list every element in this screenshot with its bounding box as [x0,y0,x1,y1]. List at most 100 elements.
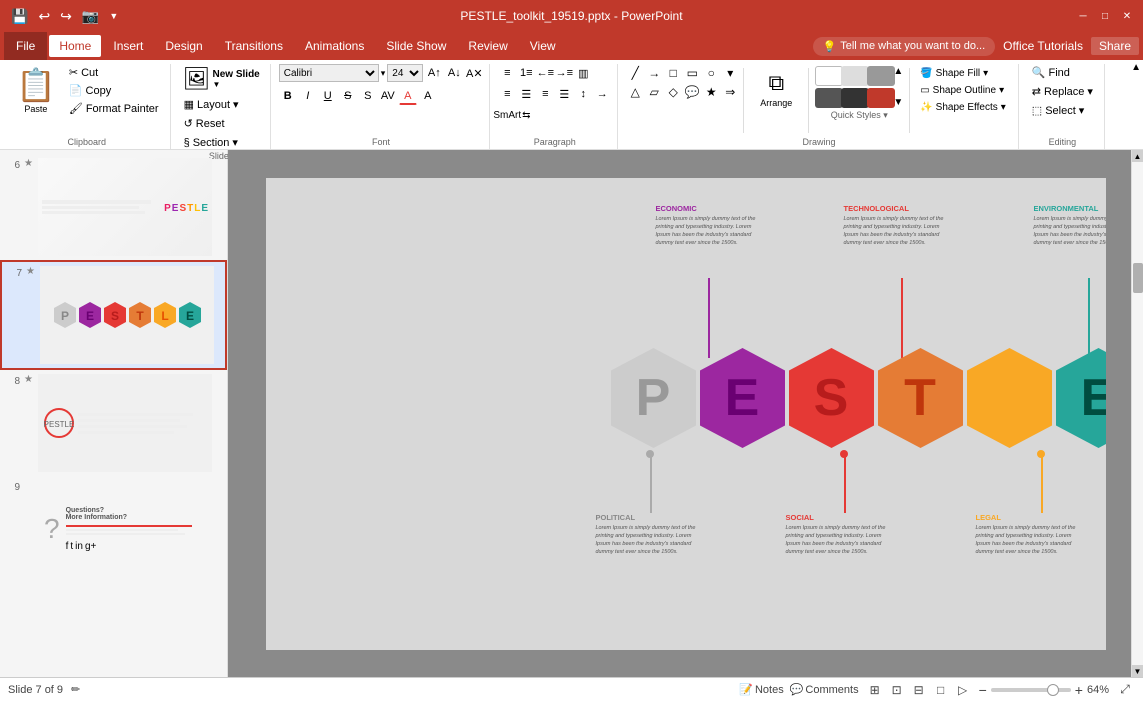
bullets-button[interactable]: ≡ [498,64,516,82]
decrease-indent-button[interactable]: ←≡ [536,64,554,82]
shape-more[interactable]: ▾ [721,64,739,82]
comments-button[interactable]: 💬 Comments [790,683,859,696]
quick-style-2[interactable] [841,66,869,86]
layout-button[interactable]: ▦ Layout ▾ [179,96,244,113]
zoom-in-button[interactable]: + [1075,682,1083,698]
char-spacing-button[interactable]: AV [379,87,397,105]
new-slide-button[interactable]: 🖼 New Slide ▼ [179,64,264,94]
shape-star[interactable]: ★ [702,83,720,101]
menu-file[interactable]: File [4,32,47,60]
close-button[interactable]: ✕ [1119,8,1135,24]
paste-button[interactable]: 📋 Paste [10,64,62,116]
font-family-select[interactable]: Calibri [279,64,379,82]
replace-button[interactable]: ⇄ Replace ▾ [1027,83,1098,100]
shape-outline-button[interactable]: ▭ Shape Outline ▾ [916,83,1010,98]
italic-button[interactable]: I [299,87,317,105]
shape-block-arrow[interactable]: ⇒ [721,83,739,101]
font-color-button[interactable]: A [399,87,417,105]
shape-effects-button[interactable]: ✨ Shape Effects ▾ [916,100,1010,115]
redo-icon[interactable]: ↪ [57,6,75,27]
clear-format-button[interactable]: A✕ [465,64,483,82]
menu-design[interactable]: Design [155,35,212,57]
shape-rect[interactable]: □ [664,64,682,82]
reset-button[interactable]: ↺ Reset [179,115,230,132]
quick-style-6[interactable] [867,88,895,108]
font-size-select[interactable]: 24 [387,64,423,82]
scroll-track[interactable] [1132,162,1143,665]
smartart-button[interactable]: SmArt [498,106,516,124]
strikethrough-button[interactable]: S [339,87,357,105]
shape-line[interactable]: ╱ [626,64,644,82]
notes-button[interactable]: 📝 Notes [739,683,783,696]
save-icon[interactable]: 💾 [8,6,31,27]
shape-arrow[interactable]: → [645,64,663,82]
menu-review[interactable]: Review [458,35,517,57]
quick-style-5[interactable] [841,88,869,108]
share-button[interactable]: Share [1091,37,1139,55]
quick-style-3[interactable] [867,66,895,86]
justify-button[interactable]: ☰ [555,85,573,103]
menu-view[interactable]: View [520,35,566,57]
slide-thumb-7[interactable]: 7 ★ P E S [0,260,227,370]
zoom-out-button[interactable]: − [979,682,987,698]
font-increase-button[interactable]: A↑ [425,64,443,82]
zoom-slider[interactable] [991,688,1071,692]
shadow-button[interactable]: S [359,87,377,105]
select-button[interactable]: ⬚ Select ▾ [1027,102,1090,119]
numbering-button[interactable]: 1≡ [517,64,535,82]
menu-animations[interactable]: Animations [295,35,374,57]
bold-button[interactable]: B [279,87,297,105]
shape-callout[interactable]: 💬 [683,83,701,101]
shape-parallelogram[interactable]: ▱ [645,83,663,101]
tell-me-box[interactable]: 💡 Tell me what you want to do... [813,37,996,56]
qs-scroll-up[interactable]: ▲ [893,66,903,77]
arrange-button[interactable]: ⧉ Arrange [752,66,800,112]
align-left-button[interactable]: ≡ [498,85,516,103]
collapse-ribbon-button[interactable]: ▲ [1131,62,1141,73]
minimize-button[interactable]: ─ [1075,8,1091,24]
shape-roundrect[interactable]: ▭ [683,64,701,82]
highlight-button[interactable]: A [419,87,437,105]
shape-diamond[interactable]: ◇ [664,83,682,101]
notes-view-button[interactable]: □ [931,680,951,700]
font-decrease-button[interactable]: A↓ [445,64,463,82]
shape-circle[interactable]: ○ [702,64,720,82]
copy-button[interactable]: 📄 Copy [64,82,164,99]
format-painter-button[interactable]: 🖌 Format Painter [64,100,164,117]
find-button[interactable]: 🔍 Find [1027,64,1075,81]
qs-scroll-down[interactable]: ▼ [893,97,903,108]
zoom-level[interactable]: 64% [1087,684,1109,696]
shape-fill-button[interactable]: 🪣 Shape Fill ▾ [916,66,1010,81]
reading-view-button[interactable]: ▷ [953,680,973,700]
rtl-button[interactable]: → [593,85,611,103]
undo-icon[interactable]: ↩ [35,6,53,27]
menu-home[interactable]: Home [49,35,101,57]
cut-button[interactable]: ✂ Cut [64,64,164,81]
fit-window-button[interactable]: ⤢ [1115,680,1135,700]
menu-slideshow[interactable]: Slide Show [376,35,456,57]
outline-view-button[interactable]: ⊡ [887,680,907,700]
menu-transitions[interactable]: Transitions [215,35,293,57]
normal-view-button[interactable]: ⊞ [865,680,885,700]
underline-button[interactable]: U [319,87,337,105]
slide-thumb-9[interactable]: 9 ★ ? Questions?More Information? fting+ [0,476,227,582]
quick-style-1[interactable] [815,66,843,86]
present-icon[interactable]: 📷 [79,6,102,27]
menu-insert[interactable]: Insert [103,35,153,57]
slide-thumb-8[interactable]: 8 ★ PESTLE [0,370,227,476]
align-center-button[interactable]: ☰ [517,85,535,103]
office-tutorials-link[interactable]: Office Tutorials [1003,39,1083,53]
vertical-scrollbar[interactable]: ▲ ▼ [1131,150,1143,677]
line-spacing-button[interactable]: ↕ [574,85,592,103]
shape-triangle[interactable]: △ [626,83,644,101]
convert-button[interactable]: ⇆ [517,106,535,124]
scroll-down-button[interactable]: ▼ [1132,665,1143,677]
increase-indent-button[interactable]: →≡ [555,64,573,82]
section-button[interactable]: § Section ▾ [179,134,243,151]
scroll-thumb[interactable] [1133,263,1143,293]
columns-button[interactable]: ▥ [574,64,592,82]
restore-button[interactable]: □ [1097,8,1113,24]
slide-canvas[interactable]: ECONOMIC Lorem Ipsum is simply dummy tex… [266,178,1106,650]
slidesorter-view-button[interactable]: ⊟ [909,680,929,700]
scroll-up-button[interactable]: ▲ [1132,150,1143,162]
